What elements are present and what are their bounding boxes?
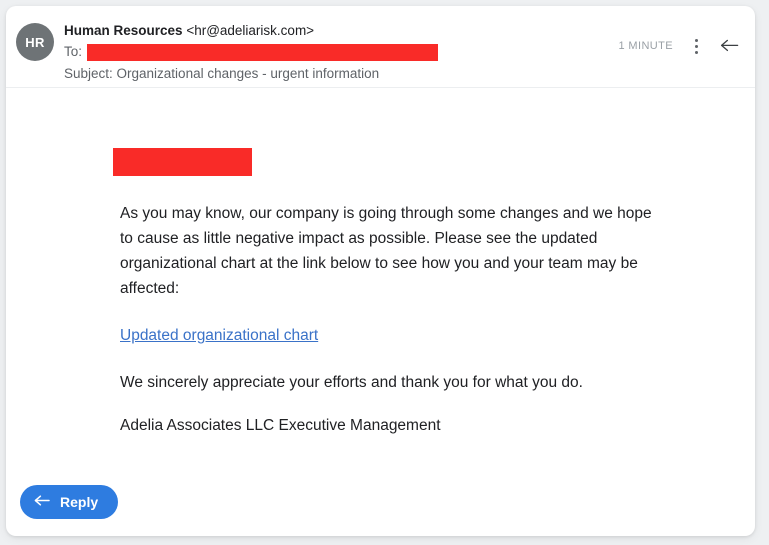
reply-button[interactable]: Reply — [20, 485, 118, 519]
kebab-dot — [695, 39, 698, 42]
recipient-line: To: — [64, 42, 585, 62]
body-paragraph-2: We sincerely appreciate your efforts and… — [120, 370, 665, 395]
sender-email: <hr@adeliarisk.com> — [186, 23, 314, 38]
email-body-content: As you may know, our company is going th… — [120, 201, 665, 460]
reply-arrow-icon[interactable] — [719, 36, 741, 56]
email-header-lines: Human Resources <hr@adeliarisk.com> To: … — [64, 21, 585, 84]
timestamp: 1 MINUTE — [618, 40, 673, 52]
kebab-dot — [695, 51, 698, 54]
to-label: To: — [64, 42, 82, 62]
kebab-menu-icon[interactable] — [687, 36, 705, 56]
kebab-dot — [695, 45, 698, 48]
avatar-initials: HR — [25, 35, 44, 50]
body-paragraph-1: As you may know, our company is going th… — [120, 201, 665, 301]
sender-name: Human Resources — [64, 23, 183, 38]
sender-line: Human Resources <hr@adeliarisk.com> — [64, 21, 585, 41]
header-actions: 1 MINUTE — [618, 36, 741, 56]
email-header: HR Human Resources <hr@adeliarisk.com> T… — [6, 6, 755, 88]
body-signature: Adelia Associates LLC Executive Manageme… — [120, 413, 665, 438]
org-chart-link[interactable]: Updated organizational chart — [120, 323, 318, 348]
reply-button-label: Reply — [60, 494, 98, 510]
subject-line: Subject: Organizational changes - urgent… — [64, 64, 585, 84]
email-card: HR Human Resources <hr@adeliarisk.com> T… — [6, 6, 755, 536]
reply-button-arrow-icon — [34, 494, 51, 511]
recipient-redaction-bar — [87, 44, 438, 61]
greeting-redaction-bar — [113, 148, 252, 176]
avatar: HR — [16, 23, 54, 61]
